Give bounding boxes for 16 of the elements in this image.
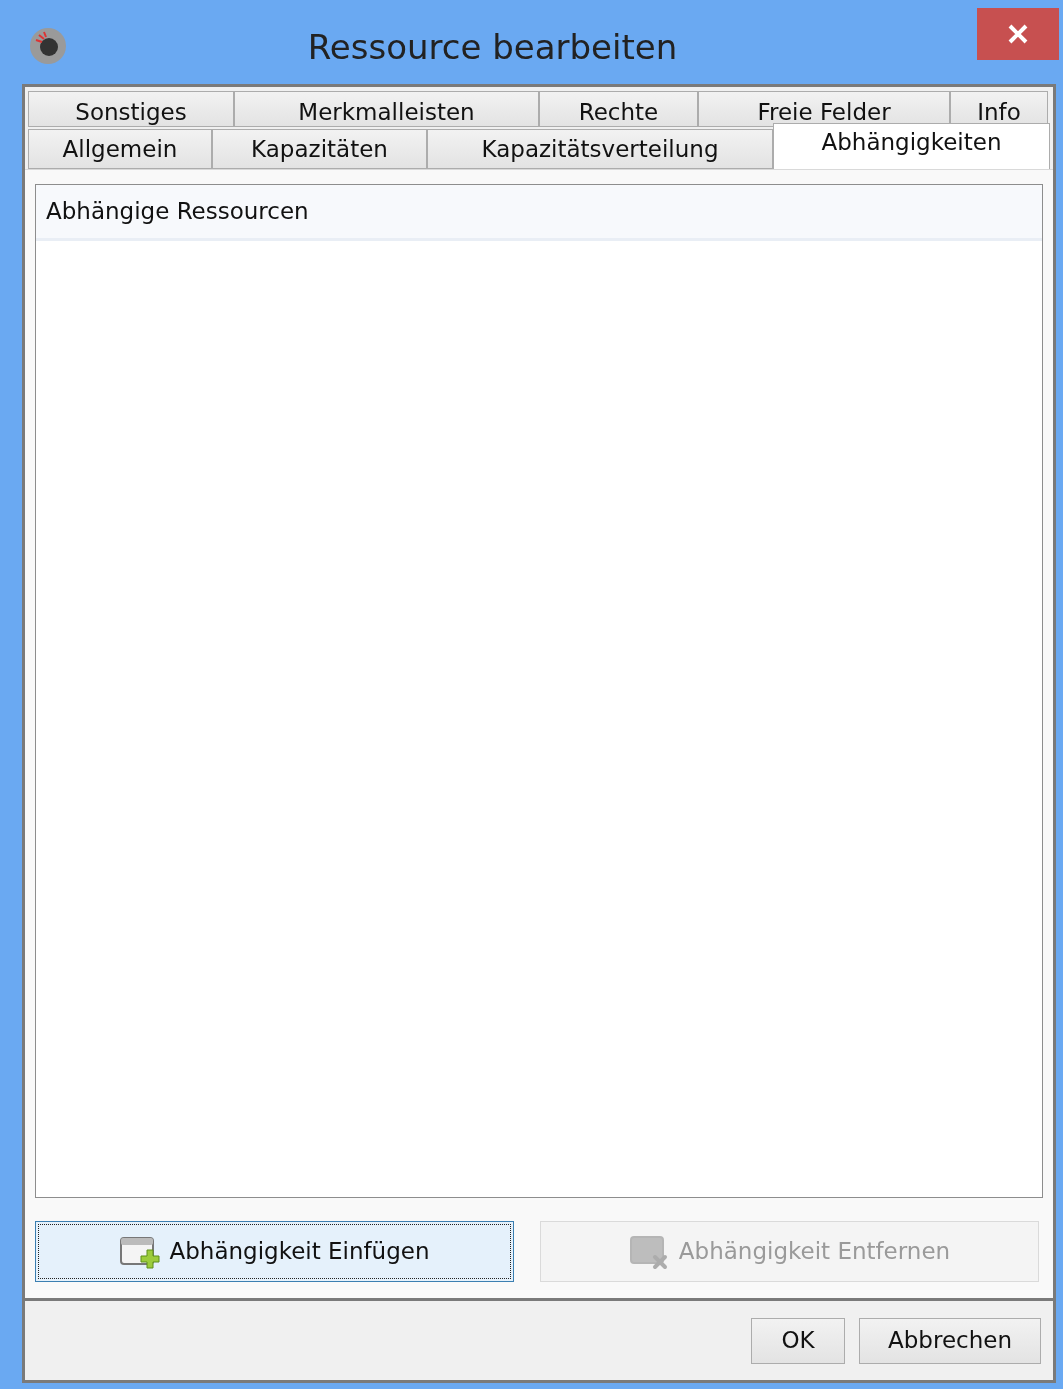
close-button[interactable] <box>977 8 1059 60</box>
app-icon <box>28 26 68 66</box>
tab[interactable]: Rechte <box>539 91 698 127</box>
tab[interactable]: Allgemein <box>28 129 212 169</box>
tab[interactable]: Merkmalleisten <box>234 91 539 127</box>
tab[interactable]: Sonstiges <box>28 91 234 127</box>
tab[interactable]: Kapazitäten <box>212 129 427 169</box>
action-button[interactable]: Abhängigkeit Einfügen <box>35 1221 514 1282</box>
close-icon <box>1007 23 1029 45</box>
window-title: Ressource bearbeiten <box>306 26 679 69</box>
tab[interactable]: Kapazitätsverteilung <box>427 129 773 169</box>
tab[interactable]: Freie Felder <box>698 91 950 127</box>
dialog-button[interactable]: OK <box>751 1317 845 1364</box>
tab[interactable]: Abhängigkeiten <box>773 123 1050 169</box>
dialog-button[interactable]: Abbrechen <box>859 1317 1041 1364</box>
column-header: Abhängige Ressourcen <box>36 185 1042 241</box>
